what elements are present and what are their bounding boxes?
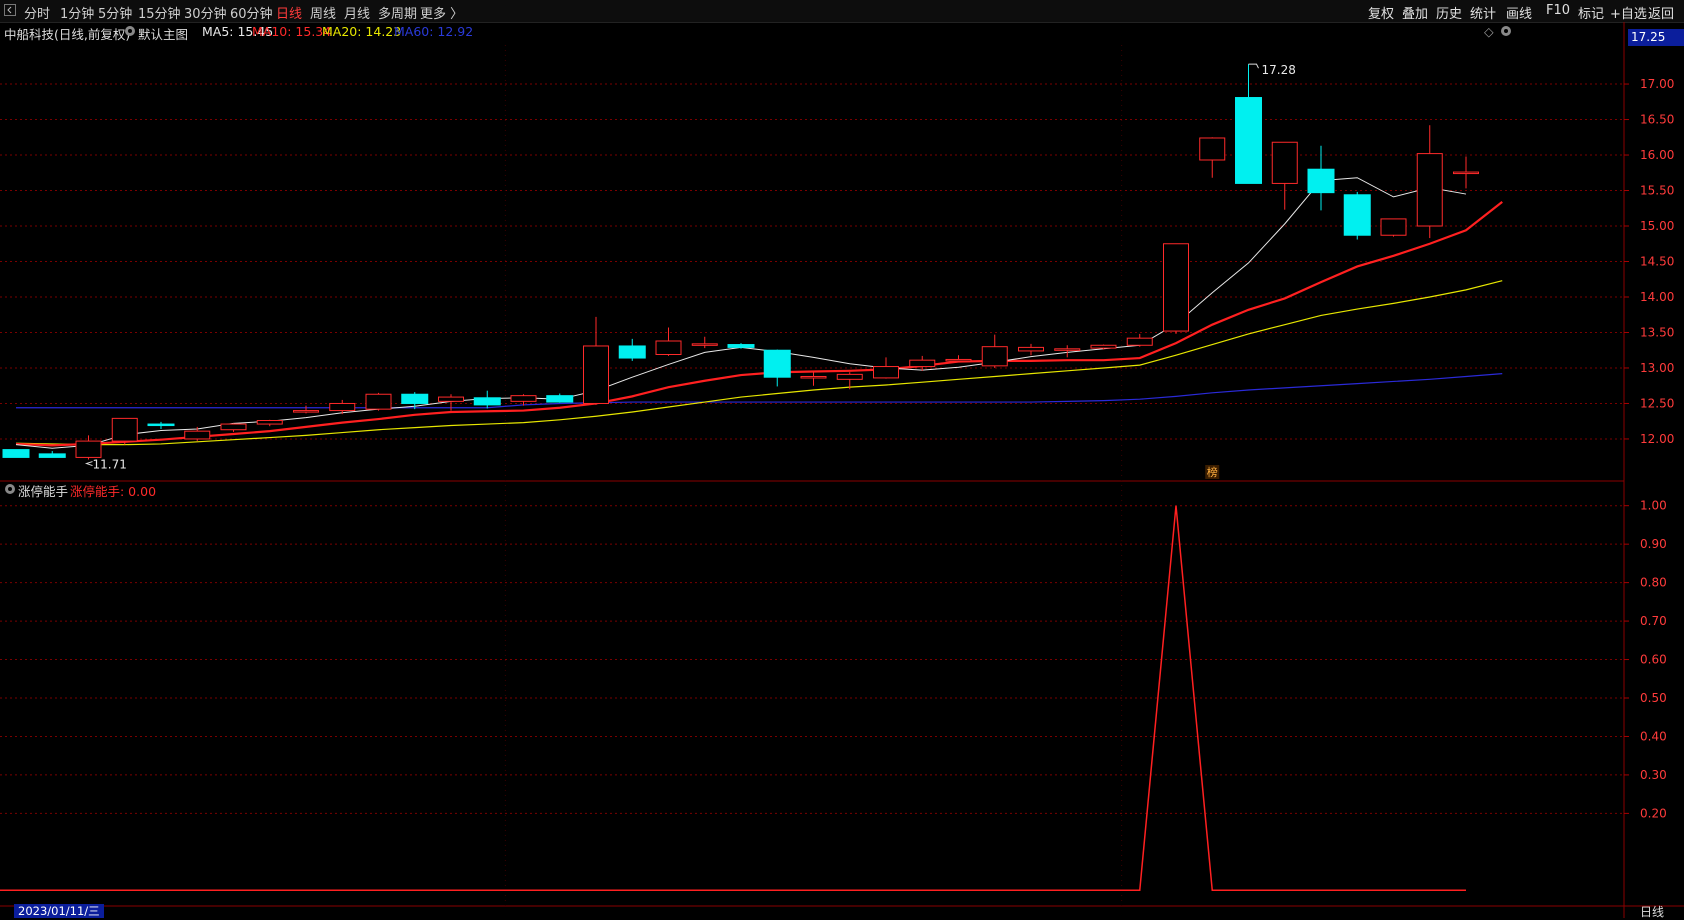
chart-canvas: 12.00 12.50 13.00 13.50 14.00 14.50 15.00 15.50… — [0, 22, 1684, 918]
y-tick-label: 12.00 — [1640, 432, 1674, 446]
y-tick-label: 12.50 — [1640, 396, 1674, 410]
candle-body — [1453, 171, 1479, 175]
sub-y-tick-label: 1.00 — [1640, 499, 1667, 513]
candle-body — [691, 343, 718, 346]
candle-body — [618, 345, 646, 359]
candle-body — [1199, 137, 1226, 161]
candle-body — [401, 393, 429, 404]
candle-body — [1416, 153, 1443, 227]
candle-body — [473, 397, 501, 406]
sub-y-tick-label: 0.60 — [1640, 653, 1667, 667]
candle-body — [583, 345, 609, 404]
candle-body — [147, 423, 175, 427]
sub-y-tick-label: 0.70 — [1640, 614, 1667, 628]
candle-body — [256, 420, 283, 425]
sub-y-tick-label: 0.40 — [1640, 729, 1667, 743]
candle-body — [1307, 168, 1335, 194]
candle-body — [1163, 243, 1189, 332]
candle-body — [438, 396, 464, 402]
candle-body — [763, 349, 791, 378]
candle-body — [329, 402, 356, 412]
y-tick-label: 15.50 — [1640, 184, 1674, 198]
marker-badge-text: 榜 — [1207, 465, 1218, 479]
high-price-label: 17.28 — [1262, 63, 1296, 77]
candle-body — [111, 417, 138, 442]
sub-y-tick-label: 0.50 — [1640, 691, 1667, 705]
sub-y-tick-label: 0.80 — [1640, 576, 1667, 590]
candle-body — [1235, 97, 1262, 184]
y-tick-label: 16.00 — [1640, 148, 1674, 162]
cursor-date: 2023/01/11/三 — [14, 904, 104, 918]
y-tick-label: 15.00 — [1640, 219, 1674, 233]
candle-body — [800, 375, 827, 379]
candle-body — [1018, 346, 1044, 352]
candle-body — [1126, 337, 1153, 346]
y-tick-label: 16.50 — [1640, 113, 1674, 127]
y-tick-label: 17.00 — [1640, 77, 1674, 91]
candle-body — [1380, 218, 1407, 236]
candle-body — [873, 366, 899, 379]
candle-body — [510, 395, 537, 402]
y-tick-label: 13.50 — [1640, 325, 1674, 339]
candle-body — [655, 340, 682, 355]
candle-body — [1054, 348, 1081, 351]
y-tick-label: 14.00 — [1640, 290, 1674, 304]
sub-y-tick-label: 0.30 — [1640, 768, 1667, 782]
candle-body — [546, 395, 574, 403]
y-tick-label: 13.00 — [1640, 361, 1674, 375]
candle-body — [945, 358, 972, 362]
candle-body — [184, 430, 211, 440]
ma20-line — [15, 280, 1503, 446]
candle-body — [75, 440, 102, 458]
candle-body — [836, 373, 863, 380]
candle-body — [2, 449, 30, 458]
candle-body — [727, 344, 755, 348]
candle-body — [220, 423, 247, 431]
candle-body — [365, 393, 392, 410]
candle-body — [981, 346, 1008, 367]
ma10-line — [15, 201, 1503, 447]
sub-y-tick-label: 0.20 — [1640, 806, 1667, 820]
low-price-label: 11.71 — [93, 458, 127, 472]
candle-body — [38, 453, 66, 458]
ma60-line — [16, 373, 1503, 409]
candle-body — [293, 410, 319, 413]
candle-body — [1090, 344, 1117, 349]
candle-body — [1271, 141, 1298, 184]
period-label: 日线 — [1640, 905, 1665, 919]
y-tick-label: 14.50 — [1640, 255, 1674, 269]
candle-body — [909, 359, 936, 368]
high-marker — [1248, 63, 1259, 69]
candle-body — [1343, 194, 1371, 236]
sub-y-tick-label: 0.90 — [1640, 537, 1667, 551]
